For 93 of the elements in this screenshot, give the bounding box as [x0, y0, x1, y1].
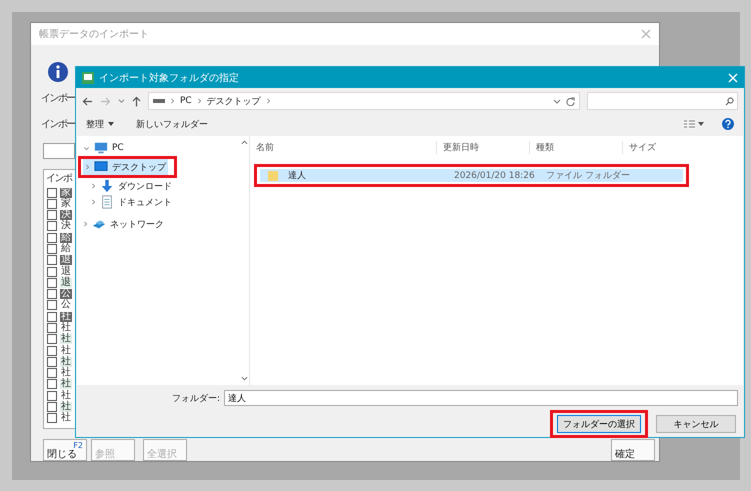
list-item-label: 家 [60, 198, 72, 209]
toolbar-button[interactable]: 整理 [86, 118, 114, 130]
file-type: ファイル フォルダー [545, 170, 631, 182]
file-row[interactable]: 達人 2026/01/20 18:26 ファイル フォルダー [260, 169, 683, 182]
checkbox[interactable] [47, 413, 57, 424]
field-label: フォルダー: [172, 392, 220, 404]
list-item-label: 社 [60, 356, 72, 367]
checkbox[interactable] [47, 244, 57, 254]
breadcrumb-item[interactable]: PC [180, 96, 192, 106]
nav-item[interactable]: ダウンロード [89, 178, 174, 194]
list-item-label: 社 [60, 390, 72, 401]
list-item-label: 給 [60, 244, 72, 254]
list-item-label: 社 [60, 334, 72, 344]
checkbox[interactable] [47, 188, 57, 198]
column-header[interactable]: 更新日時 [436, 140, 529, 154]
checkbox[interactable] [47, 255, 57, 266]
column-header[interactable]: 種類 [529, 140, 622, 154]
chevron-icon[interactable] [85, 163, 90, 171]
search-icon [725, 96, 734, 106]
desktop-icon [94, 160, 108, 174]
nav-item[interactable]: ネットワーク [81, 216, 166, 232]
function-key-button[interactable]: 確定 [611, 439, 655, 461]
dialog-button[interactable]: キャンセル [656, 415, 736, 433]
field-label: インポー [41, 92, 75, 106]
list-item-label: 退 [60, 278, 72, 288]
field-label: インポー [41, 118, 75, 132]
modified-date: 2026/01/20 18:26 [453, 170, 536, 180]
caret-icon[interactable] [118, 98, 125, 104]
list-item-label: 社 [60, 323, 72, 334]
list-item-label: 社 [60, 402, 72, 412]
dialog-title: インポート対象フォルダの指定 [99, 72, 239, 84]
checkbox[interactable] [47, 356, 57, 367]
checkbox[interactable] [47, 312, 57, 322]
nav-item[interactable]: デスクトップ [83, 159, 168, 175]
column-header[interactable]: 名前 [250, 140, 436, 154]
input-field[interactable] [43, 143, 75, 159]
window-title: 帳票データのインポート [39, 28, 149, 41]
folder-field[interactable]: 達人 [224, 390, 738, 406]
pc-icon [94, 141, 108, 155]
drive-icon [153, 98, 165, 104]
column-header[interactable]: サイズ [622, 140, 686, 154]
list-item-label: 社 [60, 413, 72, 424]
checkbox[interactable] [47, 232, 57, 243]
list-item-label: 決 [60, 221, 72, 232]
toolbar-button[interactable]: 新しいフォルダー [136, 118, 208, 130]
up-arrow-icon[interactable] [132, 96, 141, 106]
function-key-button[interactable]: F2 閉じる [43, 439, 87, 461]
checkbox[interactable] [47, 346, 57, 356]
group-title: インポ [45, 174, 72, 184]
folder-icon [268, 170, 278, 181]
checkbox[interactable] [47, 323, 57, 334]
nav-item[interactable]: ドキュメント [89, 194, 174, 210]
list-item-label: 社 [60, 379, 72, 390]
view-options-icon[interactable] [684, 120, 704, 128]
caret-icon[interactable] [553, 98, 561, 104]
info-icon [47, 61, 69, 83]
chevron-icon [266, 97, 271, 105]
list-item-label: 公 [60, 300, 72, 310]
checkbox[interactable] [47, 210, 57, 220]
scroll-down-icon[interactable] [240, 376, 248, 381]
checkbox[interactable] [47, 334, 57, 344]
checkbox[interactable] [47, 266, 57, 277]
list-item-label: 社 [60, 368, 72, 378]
scroll-up-icon[interactable] [240, 140, 248, 145]
chevron-icon[interactable] [83, 146, 90, 150]
list-item-label: 退 [60, 266, 72, 277]
chevron-icon [170, 97, 175, 105]
checkbox[interactable] [47, 379, 57, 390]
help-icon[interactable] [722, 118, 734, 130]
checkbox[interactable] [47, 300, 57, 310]
search-field[interactable] [587, 92, 738, 110]
checkbox[interactable] [47, 368, 57, 378]
breadcrumb-item[interactable]: デスクトップ [206, 94, 261, 108]
caret-icon [108, 122, 114, 126]
address-bar[interactable]: PC デスクトップ [148, 92, 580, 110]
back-arrow-icon[interactable] [82, 96, 93, 106]
nav-item[interactable]: PC [81, 140, 126, 156]
refresh-icon[interactable] [566, 96, 575, 106]
checkbox[interactable] [47, 402, 57, 412]
document-icon [100, 195, 114, 209]
file-name: 達人 [287, 170, 306, 182]
checkbox[interactable] [47, 278, 57, 288]
checkbox[interactable] [47, 390, 57, 401]
app-icon [82, 72, 94, 84]
list-item-label: 給 [60, 232, 72, 243]
chevron-icon [196, 97, 202, 105]
checkbox[interactable] [47, 289, 57, 300]
download-icon [100, 179, 114, 193]
checkbox[interactable] [47, 198, 57, 209]
list-item-label: 社 [60, 346, 72, 356]
chevron-icon[interactable] [83, 220, 88, 228]
checkbox[interactable] [47, 221, 57, 232]
dialog-button[interactable]: フォルダーの選択 [557, 415, 641, 433]
